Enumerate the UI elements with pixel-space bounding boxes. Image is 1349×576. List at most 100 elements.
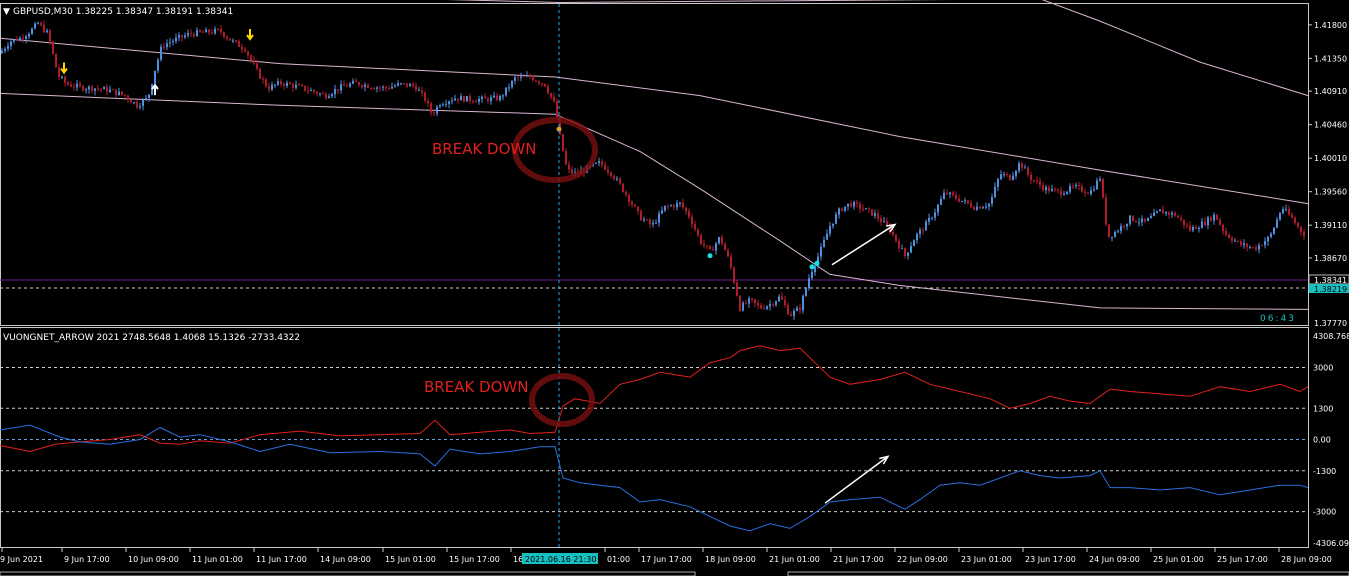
horizontal-scrollbar-left[interactable] (0, 571, 696, 576)
candle-body (1117, 231, 1119, 233)
candle-body (820, 246, 822, 257)
candle-body (1228, 234, 1230, 238)
y-bottom-label: 1.37770 (1314, 319, 1347, 328)
candle-body (931, 217, 933, 219)
candle-body (106, 87, 108, 92)
candle-body (88, 86, 90, 90)
candle-body (172, 41, 174, 43)
candle-body (205, 29, 207, 33)
candle-body (424, 92, 426, 101)
candle-body (277, 81, 279, 85)
candle-body (970, 203, 972, 208)
candle-body (883, 221, 885, 223)
candle-body (40, 23, 42, 25)
candle-body (667, 205, 669, 207)
candle-body (457, 98, 459, 101)
candle-body (1123, 226, 1125, 227)
candle-body (979, 206, 981, 209)
candle-body (148, 94, 150, 98)
candle-body (193, 34, 195, 36)
candle-body (856, 202, 858, 204)
candle-body (619, 178, 621, 184)
candle-body (949, 192, 951, 195)
candle-body (484, 96, 486, 99)
candle-body (748, 298, 750, 304)
candle-body (1165, 212, 1167, 214)
candle-body (799, 307, 801, 311)
candle-body (427, 100, 429, 104)
candle-body (700, 235, 702, 244)
candle-body (1216, 214, 1218, 220)
candle-body (121, 91, 123, 95)
candle-body (925, 221, 927, 231)
candle-body (898, 240, 900, 249)
y-tick-label: 1.38670 (1314, 254, 1347, 263)
candle-body (1276, 219, 1278, 228)
candle-body (766, 306, 768, 309)
candle-body (103, 87, 105, 90)
candle-body (175, 37, 177, 42)
candle-body (1207, 217, 1209, 225)
candle-body (1177, 215, 1179, 218)
candle-body (679, 202, 681, 204)
candle-body (196, 30, 198, 37)
candle-body (331, 94, 333, 97)
candle-body (157, 59, 159, 71)
candle-body (571, 169, 573, 174)
candle-body (985, 206, 987, 208)
candle-body (784, 299, 786, 306)
candle-body (778, 296, 780, 302)
candle-body (118, 91, 120, 95)
cursor-time-label: 2021.06.16 21:30 (525, 555, 596, 564)
candle-body (760, 305, 762, 309)
candle-body (997, 178, 999, 187)
candle-body (1246, 243, 1248, 248)
candle-body (823, 239, 825, 247)
candle-body (1270, 233, 1272, 237)
y-tick-label: 1.40460 (1314, 121, 1347, 130)
candle-body (1009, 174, 1011, 180)
candle-body (808, 278, 810, 289)
candle-body (556, 101, 558, 118)
signal-dot (809, 264, 815, 270)
candle-body (538, 81, 540, 84)
candle-body (562, 134, 564, 151)
candle-body (352, 80, 354, 84)
candle-body (733, 267, 735, 283)
candle-body (250, 55, 252, 61)
candle-body (1039, 181, 1041, 186)
signal-dot (707, 253, 713, 259)
trading-chart[interactable]: 1.41800 1.41350 1.40910 1.40460 1.40010 1.395… (0, 0, 1349, 576)
candle-body (100, 88, 102, 90)
candle-body (178, 35, 180, 38)
candle-body (268, 86, 270, 90)
candle-body (202, 31, 204, 33)
candle-body (1102, 179, 1104, 198)
candle-body (1081, 186, 1083, 192)
candle-body (1075, 185, 1077, 187)
candle-body (1267, 236, 1269, 242)
bid-price-label: 1.38219 (1314, 285, 1347, 294)
candle-body (706, 245, 708, 247)
candle-body (358, 82, 360, 86)
candle-body (598, 161, 600, 163)
candle-body (97, 88, 99, 90)
horizontal-scrollbar-right[interactable] (787, 571, 1349, 576)
candle-body (595, 162, 597, 164)
candle-body (1, 50, 3, 54)
candle-body (1129, 215, 1131, 224)
x-tick-label: 10 Jun 09:00 (128, 555, 179, 564)
candle-body (769, 304, 771, 307)
candle-body (1024, 167, 1026, 169)
candle-body (409, 84, 411, 87)
candle-body (1204, 221, 1206, 226)
candle-body (553, 96, 555, 102)
candle-body (1261, 245, 1263, 247)
candle-body (79, 83, 81, 86)
candle-body (451, 100, 453, 102)
candle-body (307, 90, 309, 92)
candle-body (16, 39, 18, 41)
candle-body (652, 222, 654, 225)
candle-body (1003, 174, 1005, 176)
candle-body (217, 28, 219, 30)
